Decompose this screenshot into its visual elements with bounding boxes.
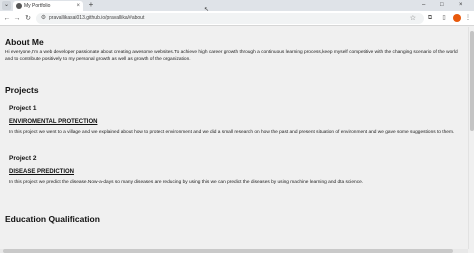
close-window-button[interactable]: × (459, 1, 463, 10)
tab-search-button[interactable]: ⌄ (2, 1, 11, 10)
portfolio-content: About Me Hi everyone,I'm a web developer… (5, 37, 461, 224)
minimize-button[interactable]: – (422, 1, 425, 10)
browser-toolbar: ← → ↻ ⚙ pravallikasai013.github.io/prava… (0, 11, 474, 26)
tab-close-button[interactable]: × (76, 2, 80, 10)
github-icon (16, 3, 22, 9)
page-viewport: About Me Hi everyone,I'm a web developer… (0, 27, 468, 249)
project-1-title: ENVIROMENTAL PROTECTION (9, 119, 98, 125)
site-info-icon[interactable]: ⚙ (40, 15, 47, 22)
education-heading: Education Qualification (5, 214, 100, 224)
project-1-description: In this project we went to a village and… (9, 130, 455, 135)
new-tab-button[interactable]: + (87, 1, 95, 10)
extensions-icon[interactable]: ⧉ (426, 14, 434, 23)
project-2-title: DISEASE PREDICTION (9, 168, 75, 175)
horizontal-scrollbar[interactable] (0, 249, 468, 253)
vertical-scrollbar[interactable] (468, 27, 474, 249)
projects-heading: Projects (5, 85, 39, 95)
tab-title: My Portfolio (24, 3, 51, 9)
reload-button[interactable]: ↻ (24, 14, 32, 23)
chevron-down-icon: ⌄ (3, 2, 10, 8)
maximize-button[interactable]: □ (440, 1, 444, 10)
horizontal-scrollbar-thumb[interactable] (3, 249, 453, 253)
back-button[interactable]: ← (3, 14, 11, 23)
about-heading: About Me (5, 37, 44, 47)
forward-button[interactable]: → (13, 14, 21, 23)
side-panel-icon[interactable]: ▯ (440, 14, 448, 23)
tab-strip: ⌄ My Portfolio × + – □ × (0, 0, 474, 11)
project-1-label: Project 1 (9, 105, 37, 112)
menu-icon[interactable]: ⋮ (464, 14, 472, 23)
vertical-scrollbar-thumb[interactable] (470, 31, 474, 131)
url-text[interactable]: pravallikasai013.github.io/pravallika/#a… (49, 13, 144, 24)
project-2-description: In this project we predict the disease.N… (9, 179, 364, 185)
address-bar[interactable]: ⚙ pravallikasai013.github.io/pravallika/… (36, 13, 424, 24)
bookmark-star-icon[interactable]: ☆ (410, 13, 416, 24)
project-2-label: Project 2 (9, 154, 37, 162)
profile-avatar[interactable] (453, 14, 461, 22)
about-paragraph: Hi everyone,I'm a web developer passiona… (5, 50, 458, 62)
tab-my-portfolio[interactable]: My Portfolio × (13, 1, 83, 11)
